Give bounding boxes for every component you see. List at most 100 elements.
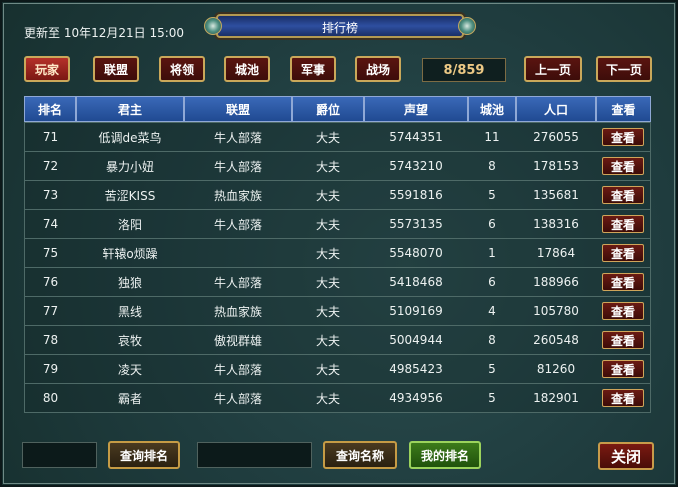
lord-cell: 霸者 [76, 383, 184, 413]
table-row: 73 苦涩KISS 热血家族 大夫 5591816 5 135681 查看 [24, 180, 651, 209]
table-row: 79 凌天 牛人部落 大夫 4985423 5 81260 查看 [24, 354, 651, 383]
view-button[interactable]: 查看 [602, 244, 644, 262]
my-rank-button[interactable]: 我的排名 [409, 441, 481, 469]
alliance-cell: 傲视群雄 [184, 325, 292, 354]
title-cell: 大夫 [292, 267, 364, 296]
table-row: 77 黑线 热血家族 大夫 5109169 4 105780 查看 [24, 296, 651, 325]
rank-cell: 71 [24, 122, 76, 151]
lord-cell: 黑线 [76, 296, 184, 325]
view-cell: 查看 [596, 180, 651, 209]
title-cell: 大夫 [292, 296, 364, 325]
rank-query-input[interactable] [22, 442, 97, 468]
rank-cell: 79 [24, 354, 76, 383]
view-button[interactable]: 查看 [602, 128, 644, 146]
view-button[interactable]: 查看 [602, 331, 644, 349]
prestige-cell: 5573135 [364, 209, 468, 238]
title-cell: 大夫 [292, 325, 364, 354]
tab-alliances[interactable]: 联盟 [93, 56, 139, 82]
alliance-cell: 牛人部落 [184, 267, 292, 296]
alliance-cell: 牛人部落 [184, 151, 292, 180]
lord-cell: 苦涩KISS [76, 180, 184, 209]
column-header-view: 查看 [596, 96, 651, 122]
population-cell: 105780 [516, 296, 596, 325]
population-cell: 138316 [516, 209, 596, 238]
jade-ornament-icon [458, 17, 476, 35]
rank-cell: 76 [24, 267, 76, 296]
rank-cell: 78 [24, 325, 76, 354]
rank-cell: 73 [24, 180, 76, 209]
table-row: 75 轩辕o烦躁 大夫 5548070 1 17864 查看 [24, 238, 651, 267]
lord-cell: 哀牧 [76, 325, 184, 354]
population-cell: 188966 [516, 267, 596, 296]
view-cell: 查看 [596, 151, 651, 180]
population-cell: 178153 [516, 151, 596, 180]
column-header-prestige: 声望 [364, 96, 468, 122]
cities-cell: 4 [468, 296, 516, 325]
view-button[interactable]: 查看 [602, 186, 644, 204]
title-cell: 大夫 [292, 122, 364, 151]
tab-cities[interactable]: 城池 [224, 56, 270, 82]
population-cell: 182901 [516, 383, 596, 413]
title-cell: 大夫 [292, 151, 364, 180]
view-cell: 查看 [596, 209, 651, 238]
prestige-cell: 4934956 [364, 383, 468, 413]
query-rank-button[interactable]: 查询排名 [108, 441, 180, 469]
view-cell: 查看 [596, 238, 651, 267]
alliance-cell: 牛人部落 [184, 354, 292, 383]
view-button[interactable]: 查看 [602, 157, 644, 175]
view-cell: 查看 [596, 267, 651, 296]
lord-cell: 凌天 [76, 354, 184, 383]
table-row: 72 暴力小妞 牛人部落 大夫 5743210 8 178153 查看 [24, 151, 651, 180]
cities-cell: 5 [468, 180, 516, 209]
rank-cell: 72 [24, 151, 76, 180]
cities-cell: 6 [468, 267, 516, 296]
view-button[interactable]: 查看 [602, 215, 644, 233]
column-header-lord: 君主 [76, 96, 184, 122]
alliance-cell [184, 238, 292, 267]
ranking-table-body: 71 低调de菜鸟 牛人部落 大夫 5744351 11 276055 查看 72 暴力小妞 牛人部… [24, 122, 651, 413]
page-indicator: 8/859 [422, 58, 506, 82]
update-time: 更新至 10年12月21日 15:00 [24, 26, 185, 40]
lord-cell: 暴力小妞 [76, 151, 184, 180]
tab-generals[interactable]: 将领 [159, 56, 205, 82]
alliance-cell: 牛人部落 [184, 383, 292, 413]
column-header-rank: 排名 [24, 96, 76, 122]
alliance-cell: 热血家族 [184, 296, 292, 325]
close-button[interactable]: 关闭 [598, 442, 654, 470]
name-query-input[interactable] [197, 442, 312, 468]
tab-players[interactable]: 玩家 [24, 56, 70, 82]
cities-cell: 5 [468, 383, 516, 413]
column-header-cities: 城池 [468, 96, 516, 122]
next-page-button[interactable]: 下一页 [596, 56, 652, 82]
tab-military[interactable]: 军事 [290, 56, 336, 82]
cities-cell: 8 [468, 151, 516, 180]
prestige-cell: 4985423 [364, 354, 468, 383]
column-header-alliance: 联盟 [184, 96, 292, 122]
lord-cell: 轩辕o烦躁 [76, 238, 184, 267]
view-cell: 查看 [596, 296, 651, 325]
view-button[interactable]: 查看 [602, 389, 644, 407]
rank-cell: 80 [24, 383, 76, 413]
view-cell: 查看 [596, 354, 651, 383]
title-cell: 大夫 [292, 383, 364, 413]
query-name-button[interactable]: 查询名称 [323, 441, 397, 469]
lord-cell: 低调de菜鸟 [76, 122, 184, 151]
table-row: 74 洛阳 牛人部落 大夫 5573135 6 138316 查看 [24, 209, 651, 238]
view-button[interactable]: 查看 [602, 302, 644, 320]
column-header-population: 人口 [516, 96, 596, 122]
view-cell: 查看 [596, 122, 651, 151]
rank-cell: 77 [24, 296, 76, 325]
panel-title: 排行榜 [321, 21, 358, 35]
prestige-cell: 5109169 [364, 296, 468, 325]
view-button[interactable]: 查看 [602, 273, 644, 291]
rank-cell: 75 [24, 238, 76, 267]
view-button[interactable]: 查看 [602, 360, 644, 378]
table-row: 76 独狼 牛人部落 大夫 5418468 6 188966 查看 [24, 267, 651, 296]
table-row: 80 霸者 牛人部落 大夫 4934956 5 182901 查看 [24, 383, 651, 413]
population-cell: 260548 [516, 325, 596, 354]
table-header: 排名 君主 联盟 爵位 声望 城池 人口 查看 [24, 96, 651, 122]
cities-cell: 8 [468, 325, 516, 354]
tab-battlefield[interactable]: 战场 [355, 56, 401, 82]
column-header-title: 爵位 [292, 96, 364, 122]
prev-page-button[interactable]: 上一页 [524, 56, 582, 82]
